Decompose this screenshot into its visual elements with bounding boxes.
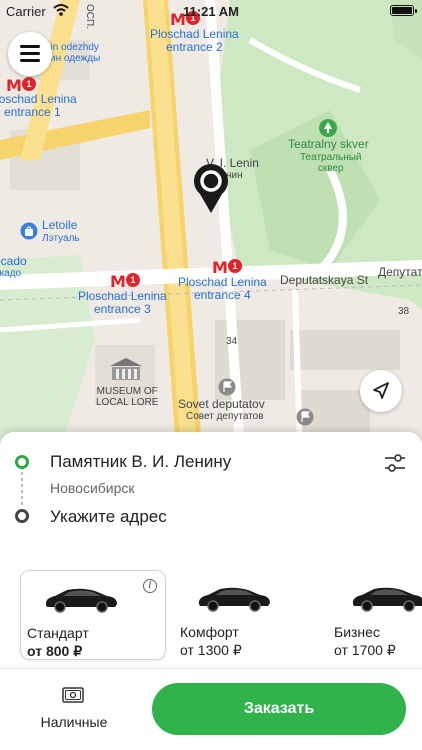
museum-icon [110, 358, 142, 380]
route-divider [21, 472, 23, 506]
shopping-bag-icon [20, 222, 38, 240]
destination-placeholder: Укажите адрес [50, 507, 167, 526]
location-pin-icon[interactable] [192, 162, 230, 214]
letoile-sublabel: Лэтуаль [42, 233, 80, 244]
payment-method-label: Наличные [40, 714, 108, 730]
street-label-deputatskaya-ru: Депутат [378, 265, 422, 279]
pickup-dot-icon [15, 455, 29, 469]
tariff-comfort[interactable]: Комфорт от 1300 ₽ [174, 570, 320, 660]
tariff-price: от 800 ₽ [27, 643, 83, 659]
metro-label-entrance2: Ploschad Lenina entrance 2 [150, 27, 239, 54]
cado-sublabel: окадо [0, 268, 22, 279]
menu-button[interactable] [8, 32, 52, 76]
tariff-info-icon[interactable]: i [143, 579, 157, 593]
tariff-price: от 1300 ₽ [180, 642, 242, 658]
tariff-name: Бизнес [334, 624, 380, 640]
destination-dot-icon [15, 509, 29, 523]
museum-label: MUSEUM OF LOCAL LORE [96, 386, 159, 408]
status-bar: Carrier 11:21 AM [0, 0, 422, 22]
tariff-name: Комфорт [180, 624, 239, 640]
tariff-price: от 1700 ₽ [334, 642, 396, 658]
navigation-arrow-icon [373, 382, 389, 399]
payment-method-button[interactable]: Наличные [22, 669, 126, 739]
flag-icon [296, 408, 314, 426]
tariff-list: i Стандарт от 800 ₽ Комфорт от 1300 ₽ Би… [0, 570, 422, 665]
sovet-sublabel: Совет депутатов [186, 411, 264, 422]
metro-icon-entrance1: M1 [6, 76, 36, 95]
pickup-address-city: Новосибирск [50, 480, 135, 496]
tariff-standard[interactable]: i Стандарт от 800 ₽ [20, 570, 166, 660]
pickup-address-row[interactable]: Памятник В. И. Ленину Новосибирск [0, 432, 422, 502]
house-number-38: 38 [398, 306, 410, 317]
tariff-business[interactable]: Бизнес от 1700 ₽ [328, 570, 422, 660]
sovet-label: Sovet deputatov [178, 397, 265, 411]
metro-label-entrance1: Ploschad Lenina entrance 1 [0, 92, 77, 119]
government-icon [218, 378, 236, 396]
metro-label-entrance4: Ploschad Lenina entrance 4 [178, 275, 267, 302]
order-sheet: Памятник В. И. Ленину Новосибирск Укажит… [0, 432, 422, 750]
metro-label-entrance3: Ploschad Lenina entrance 3 [78, 289, 167, 316]
clock: 11:21 AM [183, 4, 239, 19]
sedan-car-icon [352, 587, 422, 612]
street-label-deputatskaya: Deputatskaya St [280, 273, 369, 287]
order-button[interactable]: Заказать [152, 683, 406, 735]
destination-address-row[interactable]: Укажите адрес [0, 502, 422, 546]
route-settings-icon[interactable] [383, 452, 407, 474]
sedan-car-icon [198, 587, 270, 612]
park-label: Teatralny skver [288, 137, 369, 151]
map-view[interactable]: ОСП. azin odezhdyазин одежды M1 Ploschad… [0, 0, 422, 450]
letoile-label: Letoile [42, 218, 78, 232]
park-sublabel: Театральный сквер [300, 152, 362, 174]
battery-icon [390, 5, 417, 16]
park-icon [319, 119, 337, 137]
pickup-address-title: Памятник В. И. Ленину [50, 452, 232, 471]
cash-icon [62, 687, 84, 703]
bottom-bar: Наличные Заказать [0, 668, 422, 750]
house-number-34: 34 [226, 336, 238, 347]
sedan-car-icon [45, 588, 118, 613]
metro-icon-entrance4: M1 [212, 258, 242, 277]
my-location-button[interactable] [360, 370, 402, 412]
tariff-name: Стандарт [27, 625, 89, 641]
metro-icon-entrance3: M1 [110, 272, 140, 291]
cado-label: ocado [0, 254, 27, 268]
